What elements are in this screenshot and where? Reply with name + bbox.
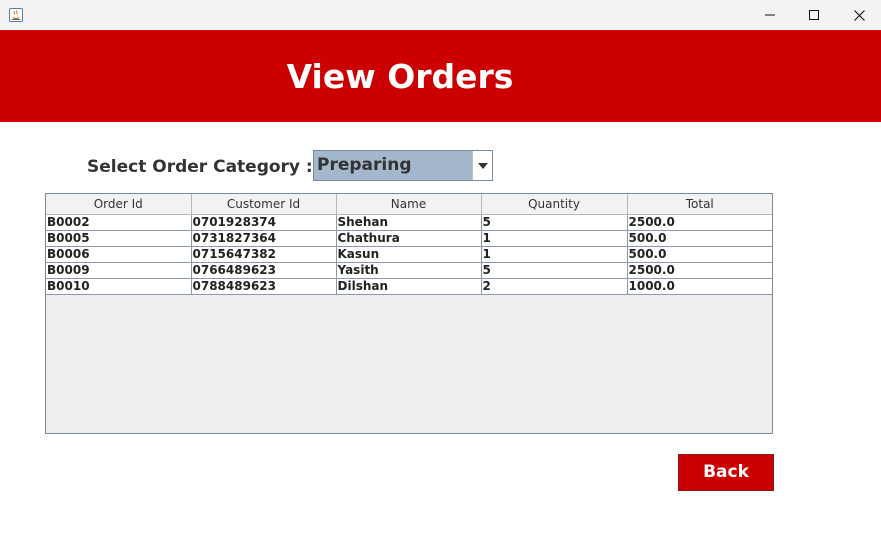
chevron-down-icon — [477, 162, 488, 169]
orders-table[interactable]: Order Id Customer Id Name Quantity Total… — [45, 193, 773, 434]
back-button[interactable]: Back — [678, 454, 774, 491]
page-header: View Orders — [0, 30, 881, 122]
customer-id-cell: 0701928374 — [191, 214, 337, 231]
customer-id-cell: 0788489623 — [191, 278, 337, 295]
column-header[interactable]: Quantity — [481, 194, 628, 215]
maximize-icon — [809, 10, 819, 20]
total-cell: 2500.0 — [627, 262, 772, 279]
customer-id-cell: 0715647382 — [191, 246, 337, 263]
table-row[interactable]: B0006 0715647382 Kasun 1 500.0 — [46, 246, 772, 263]
column-header[interactable]: Name — [336, 194, 482, 215]
java-app-icon — [8, 7, 24, 23]
order-id-cell: B0002 — [46, 214, 192, 231]
total-cell: 500.0 — [627, 246, 772, 263]
category-dropdown[interactable]: Preparing — [313, 150, 493, 181]
customer-id-cell: 0766489623 — [191, 262, 337, 279]
column-header[interactable]: Order Id — [46, 194, 192, 215]
window-titlebar — [0, 0, 881, 30]
maximize-button[interactable] — [791, 0, 837, 30]
quantity-cell: 5 — [481, 262, 628, 279]
quantity-cell: 1 — [481, 246, 628, 263]
table-row[interactable]: B0009 0766489623 Yasith 5 2500.0 — [46, 262, 772, 279]
page-title: View Orders — [286, 57, 514, 96]
name-cell: Dilshan — [336, 278, 482, 295]
table-row[interactable]: B0010 0788489623 Dilshan 2 1000.0 — [46, 278, 772, 295]
close-button[interactable] — [836, 0, 881, 30]
customer-id-cell: 0731827364 — [191, 230, 337, 247]
category-label: Select Order Category : — [87, 157, 313, 177]
column-header[interactable]: Total — [627, 194, 772, 215]
close-icon — [853, 9, 865, 21]
column-header[interactable]: Customer Id — [191, 194, 337, 215]
total-cell: 1000.0 — [627, 278, 772, 295]
name-cell: Shehan — [336, 214, 482, 231]
order-id-cell: B0009 — [46, 262, 192, 279]
quantity-cell: 2 — [481, 278, 628, 295]
table-header-row: Order Id Customer Id Name Quantity Total — [46, 194, 772, 215]
name-cell: Kasun — [336, 246, 482, 263]
minimize-button[interactable] — [747, 0, 793, 30]
dropdown-arrow-button[interactable] — [472, 151, 492, 180]
quantity-cell: 5 — [481, 214, 628, 231]
order-id-cell: B0006 — [46, 246, 192, 263]
category-selected-value: Preparing — [314, 151, 472, 180]
table-row[interactable]: B0005 0731827364 Chathura 1 500.0 — [46, 230, 772, 247]
total-cell: 2500.0 — [627, 214, 772, 231]
order-id-cell: B0005 — [46, 230, 192, 247]
table-row[interactable]: B0002 0701928374 Shehan 5 2500.0 — [46, 214, 772, 231]
order-id-cell: B0010 — [46, 278, 192, 295]
minimize-icon — [765, 14, 775, 16]
total-cell: 500.0 — [627, 230, 772, 247]
quantity-cell: 1 — [481, 230, 628, 247]
name-cell: Yasith — [336, 262, 482, 279]
name-cell: Chathura — [336, 230, 482, 247]
